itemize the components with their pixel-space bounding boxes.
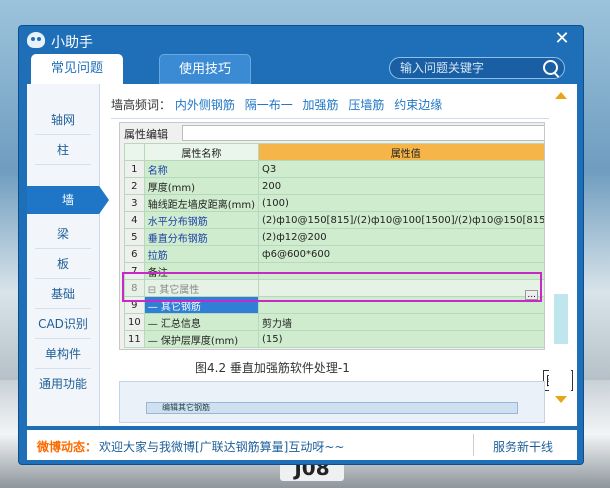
row-num: 11 (124, 330, 145, 348)
sidebar-item-axis[interactable]: 轴网 (35, 106, 91, 135)
close-icon[interactable]: ✕ (553, 30, 571, 48)
footer: 微博动态： 欢迎大家与我微博[广联达钢筋算量]互动呀~~ 服务新干线 (27, 430, 577, 460)
table-row: 5 垂直分布钢筋 (2)ф12@200 (124, 228, 544, 246)
scroll-down-arrow-icon[interactable] (555, 396, 567, 403)
article-image-second: 编辑其它钢筋 (119, 381, 545, 423)
keyword-link[interactable]: 约束边缘 (394, 98, 442, 112)
scroll-up-arrow-icon[interactable] (555, 92, 567, 99)
table-row: 2 厚度(mm) 200 (124, 177, 544, 195)
table-row: 4 水平分布钢筋 (2)ф10@150[815]/(2)ф10@100[1500]/… (124, 211, 544, 229)
row-name: 轴线距左墙皮距离(mm) (143, 194, 260, 212)
panel-title-bar (182, 125, 544, 141)
row-num: 2 (124, 177, 145, 195)
table-row: 6 拉筋 ф6@600*600 (124, 245, 544, 263)
row-num: 1 (124, 160, 145, 178)
row-name: 拉筋 (143, 245, 260, 263)
row-num: 4 (124, 211, 145, 229)
row-value: (15) (258, 330, 544, 348)
row-num: 3 (124, 194, 145, 212)
sidebar-item-general[interactable]: 通用功能 (35, 370, 91, 398)
row-name: — 保护层厚度(mm) (143, 330, 260, 348)
keyword-link[interactable]: 压墙筋 (348, 98, 384, 112)
service-link[interactable]: 服务新干线 (493, 438, 553, 455)
search-icon[interactable] (543, 60, 558, 75)
row-name: 水平分布钢筋 (143, 211, 260, 229)
content-area: 轴网 柱 墙 梁 板 基础 CAD识别 单构件 通用功能 墙高频词： 内外侧钢筋… (27, 84, 577, 426)
frequent-keywords: 墙高频词： 内外侧钢筋 隔一布一 加强筋 压墙筋 约束边缘 (111, 96, 448, 113)
panel-title: 属性编辑 (124, 128, 168, 141)
search-input[interactable] (400, 60, 530, 76)
ellipsis-button: ... (525, 290, 538, 300)
sidebar-item-column[interactable]: 柱 (35, 136, 91, 165)
row-value: Q3 (258, 160, 544, 178)
row-name: 垂直分布钢筋 (143, 228, 260, 246)
search-box[interactable] (389, 57, 565, 79)
assistant-window: 小助手 ✕ 常见问题 使用技巧 轴网 柱 墙 梁 板 基础 CAD识别 单构件 … (18, 25, 584, 465)
sidebar-item-single[interactable]: 单构件 (35, 340, 91, 369)
table-header: 属性名称 属性值 (124, 143, 544, 161)
scrollbar[interactable] (549, 84, 571, 426)
header-num (124, 143, 145, 161)
tab-faq[interactable]: 常见问题 (31, 54, 123, 84)
row-value: 剪力墙 (258, 313, 544, 331)
row-name: 厚度(mm) (143, 177, 260, 195)
sidebar-item-foundation[interactable]: 基础 (35, 280, 91, 309)
row-num: 6 (124, 245, 145, 263)
keyword-link[interactable]: 内外侧钢筋 (175, 98, 235, 112)
header-name: 属性名称 (143, 143, 260, 161)
sidebar-item-cad[interactable]: CAD识别 (35, 310, 91, 339)
assistant-logo-icon (27, 32, 45, 48)
row-name: 名称 (143, 160, 260, 178)
sidebar-item-beam[interactable]: 梁 (35, 220, 91, 249)
row-value: (2)ф12@200 (258, 228, 544, 246)
frequent-label: 墙高频词： (111, 98, 172, 112)
row-value: ф6@600*600 (258, 245, 544, 263)
footer-divider (473, 434, 474, 456)
table-row: 11— 保护层厚度(mm) (15) (124, 330, 544, 348)
table-row: 1 名称 Q3 (124, 160, 544, 178)
weibo-label: 微博动态： (37, 440, 98, 454)
title-bar[interactable]: 小助手 ✕ (19, 26, 583, 56)
scroll-thumb[interactable] (554, 294, 568, 344)
row-name: — 汇总信息 (143, 313, 260, 331)
figure-caption: 图4.2 垂直加强筋软件处理-1 (195, 361, 350, 375)
highlight-box: ... (122, 272, 542, 302)
header-value: 属性值 (258, 143, 544, 161)
keyword-link[interactable]: 加强筋 (303, 98, 339, 112)
weibo-link[interactable]: 欢迎大家与我微博[广联达钢筋算量]互动呀~~ (99, 438, 344, 455)
row-num: 10 (124, 313, 145, 331)
article-image-property-editor: 属性编辑 属性名称 属性值 1 名称 Q3 2 厚度(mm) 200 3 轴线距左墙皮距离… (119, 122, 545, 350)
table-row: 10— 汇总信息 剪力墙 (124, 313, 544, 331)
sidebar-item-wall[interactable]: 墙 (27, 186, 109, 214)
property-table: 属性名称 属性值 1 名称 Q3 2 厚度(mm) 200 3 轴线距左墙皮距离(mm)(… (124, 143, 544, 348)
divider (111, 118, 567, 119)
row-num: 5 (124, 228, 145, 246)
sidebar-item-slab[interactable]: 板 (35, 250, 91, 279)
window-title: 小助手 (51, 35, 93, 51)
dialog-title: 编辑其它钢筋 (162, 403, 210, 412)
tab-tips[interactable]: 使用技巧 (159, 54, 251, 84)
row-value: (100) (258, 194, 544, 212)
row-value: 200 (258, 177, 544, 195)
table-row: 3 轴线距左墙皮距离(mm) (100) (124, 194, 544, 212)
keyword-link[interactable]: 隔一布一 (245, 98, 293, 112)
sidebar: 轴网 柱 墙 梁 板 基础 CAD识别 单构件 通用功能 (27, 84, 109, 426)
row-value: (2)ф10@150[815]/(2)ф10@100[1500]/(2)ф10@… (258, 211, 544, 229)
